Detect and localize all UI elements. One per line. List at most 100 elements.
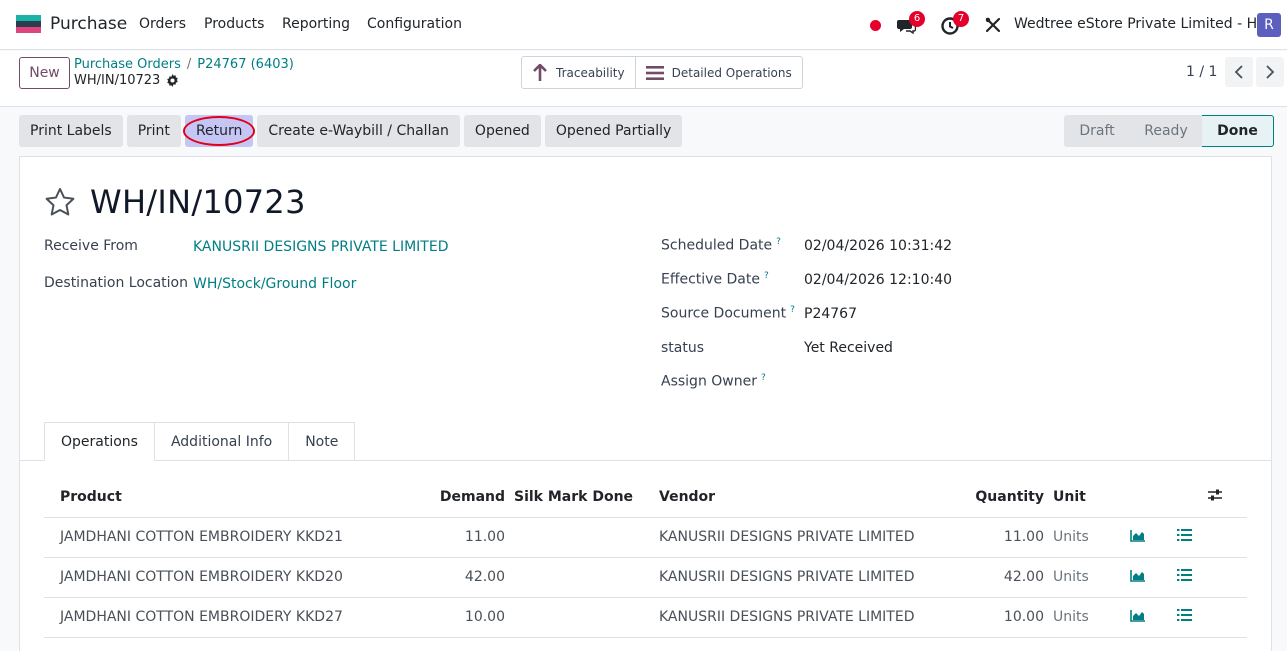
- unit-cell[interactable]: Units: [1053, 517, 1115, 558]
- menu-orders[interactable]: Orders: [139, 16, 186, 32]
- pager-previous-button[interactable]: [1225, 57, 1253, 87]
- column-vendor[interactable]: Vendor: [659, 477, 939, 518]
- status-done[interactable]: Done: [1202, 115, 1274, 147]
- effective-date-field[interactable]: 02/04/2026 12:10:40: [804, 272, 952, 288]
- column-demand[interactable]: Demand: [384, 477, 514, 518]
- status-dot-icon[interactable]: [870, 20, 881, 31]
- breadcrumb: Purchase Orders / P24767 (6403): [74, 57, 294, 72]
- table-header-row: Product Demand Silk Mark Done Vendor Qua…: [44, 477, 1247, 518]
- help-icon[interactable]: ?: [790, 305, 795, 315]
- activities-button[interactable]: 7: [940, 11, 969, 37]
- create-ewaybill-button[interactable]: Create e-Waybill / Challan: [257, 115, 460, 147]
- column-product[interactable]: Product: [44, 477, 384, 518]
- status-draft[interactable]: Draft: [1064, 115, 1130, 147]
- unit-cell[interactable]: Units: [1053, 597, 1115, 638]
- operations-table: Product Demand Silk Mark Done Vendor Qua…: [44, 477, 1247, 638]
- scheduled-date-label: Scheduled Date?: [661, 237, 781, 254]
- company-switcher[interactable]: Wedtree eStore Private Limited - HO: [1014, 16, 1268, 32]
- return-button[interactable]: Return: [182, 115, 256, 147]
- notebook-tabs: Operations Additional Info Note: [44, 422, 356, 461]
- breadcrumb-current: WH/IN/10723: [74, 73, 179, 88]
- list-icon: [645, 65, 664, 80]
- smart-buttons: Traceability Detailed Operations: [521, 56, 803, 89]
- chevron-left-icon: [1234, 65, 1243, 79]
- new-button[interactable]: New: [19, 57, 70, 89]
- unit-cell[interactable]: Units: [1053, 557, 1115, 598]
- status-field[interactable]: Yet Received: [804, 340, 893, 356]
- column-silk-mark-done[interactable]: Silk Mark Done: [514, 477, 659, 518]
- sliders-icon: [1208, 489, 1222, 501]
- tab-additional-info[interactable]: Additional Info: [153, 422, 290, 461]
- table-row[interactable]: JAMDHANI COTTON EMBROIDERY KKD21 11.00 K…: [44, 517, 1247, 558]
- gear-icon[interactable]: [166, 74, 179, 87]
- help-icon[interactable]: ?: [776, 237, 781, 247]
- area-chart-icon: [1130, 569, 1145, 582]
- form-sheet: WH/IN/10723 Receive From KANUSRII DESIGN…: [19, 156, 1272, 651]
- user-avatar[interactable]: R: [1257, 13, 1281, 37]
- scheduled-date-field[interactable]: 02/04/2026 10:31:42: [804, 238, 952, 254]
- silk-mark-done-cell[interactable]: [514, 557, 659, 598]
- assign-owner-label: Assign Owner?: [661, 373, 766, 390]
- details-button[interactable]: [1161, 597, 1207, 638]
- demand-cell[interactable]: 11.00: [384, 517, 514, 558]
- tab-operations[interactable]: Operations: [44, 422, 155, 461]
- vendor-cell[interactable]: KANUSRII DESIGNS PRIVATE LIMITED: [659, 557, 939, 598]
- product-cell[interactable]: JAMDHANI COTTON EMBROIDERY KKD21: [44, 517, 384, 558]
- table-row[interactable]: JAMDHANI COTTON EMBROIDERY KKD27 10.00 K…: [44, 597, 1247, 638]
- menu-products[interactable]: Products: [204, 16, 264, 32]
- column-quantity[interactable]: Quantity: [939, 477, 1053, 518]
- star-icon[interactable]: [44, 187, 76, 217]
- table-row[interactable]: JAMDHANI COTTON EMBROIDERY KKD20 42.00 K…: [44, 557, 1247, 598]
- traceability-button[interactable]: Traceability: [522, 57, 635, 88]
- menu-configuration[interactable]: Configuration: [367, 16, 462, 32]
- help-icon[interactable]: ?: [761, 373, 766, 383]
- detailed-operations-button[interactable]: Detailed Operations: [634, 57, 802, 88]
- silk-mark-done-cell[interactable]: [514, 517, 659, 558]
- detailed-operations-label: Detailed Operations: [671, 65, 792, 80]
- app-name[interactable]: Purchase: [50, 14, 127, 34]
- vendor-cell[interactable]: KANUSRII DESIGNS PRIVATE LIMITED: [659, 517, 939, 558]
- menu-reporting[interactable]: Reporting: [282, 16, 350, 32]
- breadcrumb-purchase-orders[interactable]: Purchase Orders: [74, 57, 181, 72]
- pager-next-button[interactable]: [1256, 57, 1284, 87]
- messages-count-badge: 6: [909, 11, 925, 27]
- breadcrumb-purchase-order[interactable]: P24767 (6403): [197, 57, 294, 72]
- pager-value[interactable]: 1 / 1: [1186, 64, 1217, 80]
- destination-location-label: Destination Location: [44, 275, 188, 291]
- help-icon[interactable]: ?: [764, 271, 769, 281]
- product-cell[interactable]: JAMDHANI COTTON EMBROIDERY KKD20: [44, 557, 384, 598]
- opened-button[interactable]: Opened: [463, 115, 541, 147]
- destination-location-field[interactable]: WH/Stock/Ground Floor: [193, 276, 356, 292]
- tools-icon[interactable]: [984, 16, 1002, 34]
- product-cell[interactable]: JAMDHANI COTTON EMBROIDERY KKD27: [44, 597, 384, 638]
- opened-partially-button[interactable]: Opened Partially: [544, 115, 683, 147]
- forecast-button[interactable]: [1115, 597, 1161, 638]
- column-unit[interactable]: Unit: [1053, 477, 1115, 518]
- silk-mark-done-cell[interactable]: [514, 597, 659, 638]
- demand-cell[interactable]: 10.00: [384, 597, 514, 638]
- print-button[interactable]: Print: [126, 115, 181, 147]
- status-ready[interactable]: Ready: [1130, 115, 1202, 147]
- arrow-up-icon: [533, 63, 547, 81]
- optional-columns-toggle[interactable]: [1207, 477, 1247, 518]
- purchase-app-icon[interactable]: [16, 15, 41, 34]
- forecast-button[interactable]: [1115, 517, 1161, 558]
- vendor-cell[interactable]: KANUSRII DESIGNS PRIVATE LIMITED: [659, 597, 939, 638]
- print-labels-button[interactable]: Print Labels: [19, 115, 123, 147]
- forecast-button[interactable]: [1115, 557, 1161, 598]
- quantity-cell[interactable]: 10.00: [939, 597, 1053, 638]
- quantity-cell[interactable]: 42.00: [939, 557, 1053, 598]
- receive-from-label: Receive From: [44, 238, 138, 254]
- messages-button[interactable]: 6: [896, 11, 925, 37]
- details-button[interactable]: [1161, 517, 1207, 558]
- details-button[interactable]: [1161, 557, 1207, 598]
- quantity-cell[interactable]: 11.00: [939, 517, 1053, 558]
- receive-from-field[interactable]: KANUSRII DESIGNS PRIVATE LIMITED: [193, 239, 449, 255]
- list-icon: [1176, 529, 1192, 541]
- current-record-name: WH/IN/10723: [74, 73, 161, 88]
- traceability-label: Traceability: [556, 65, 625, 80]
- status-bar: Draft Ready Done: [1064, 115, 1274, 147]
- demand-cell[interactable]: 42.00: [384, 557, 514, 598]
- source-document-field[interactable]: P24767: [804, 306, 857, 322]
- tab-note[interactable]: Note: [288, 422, 356, 461]
